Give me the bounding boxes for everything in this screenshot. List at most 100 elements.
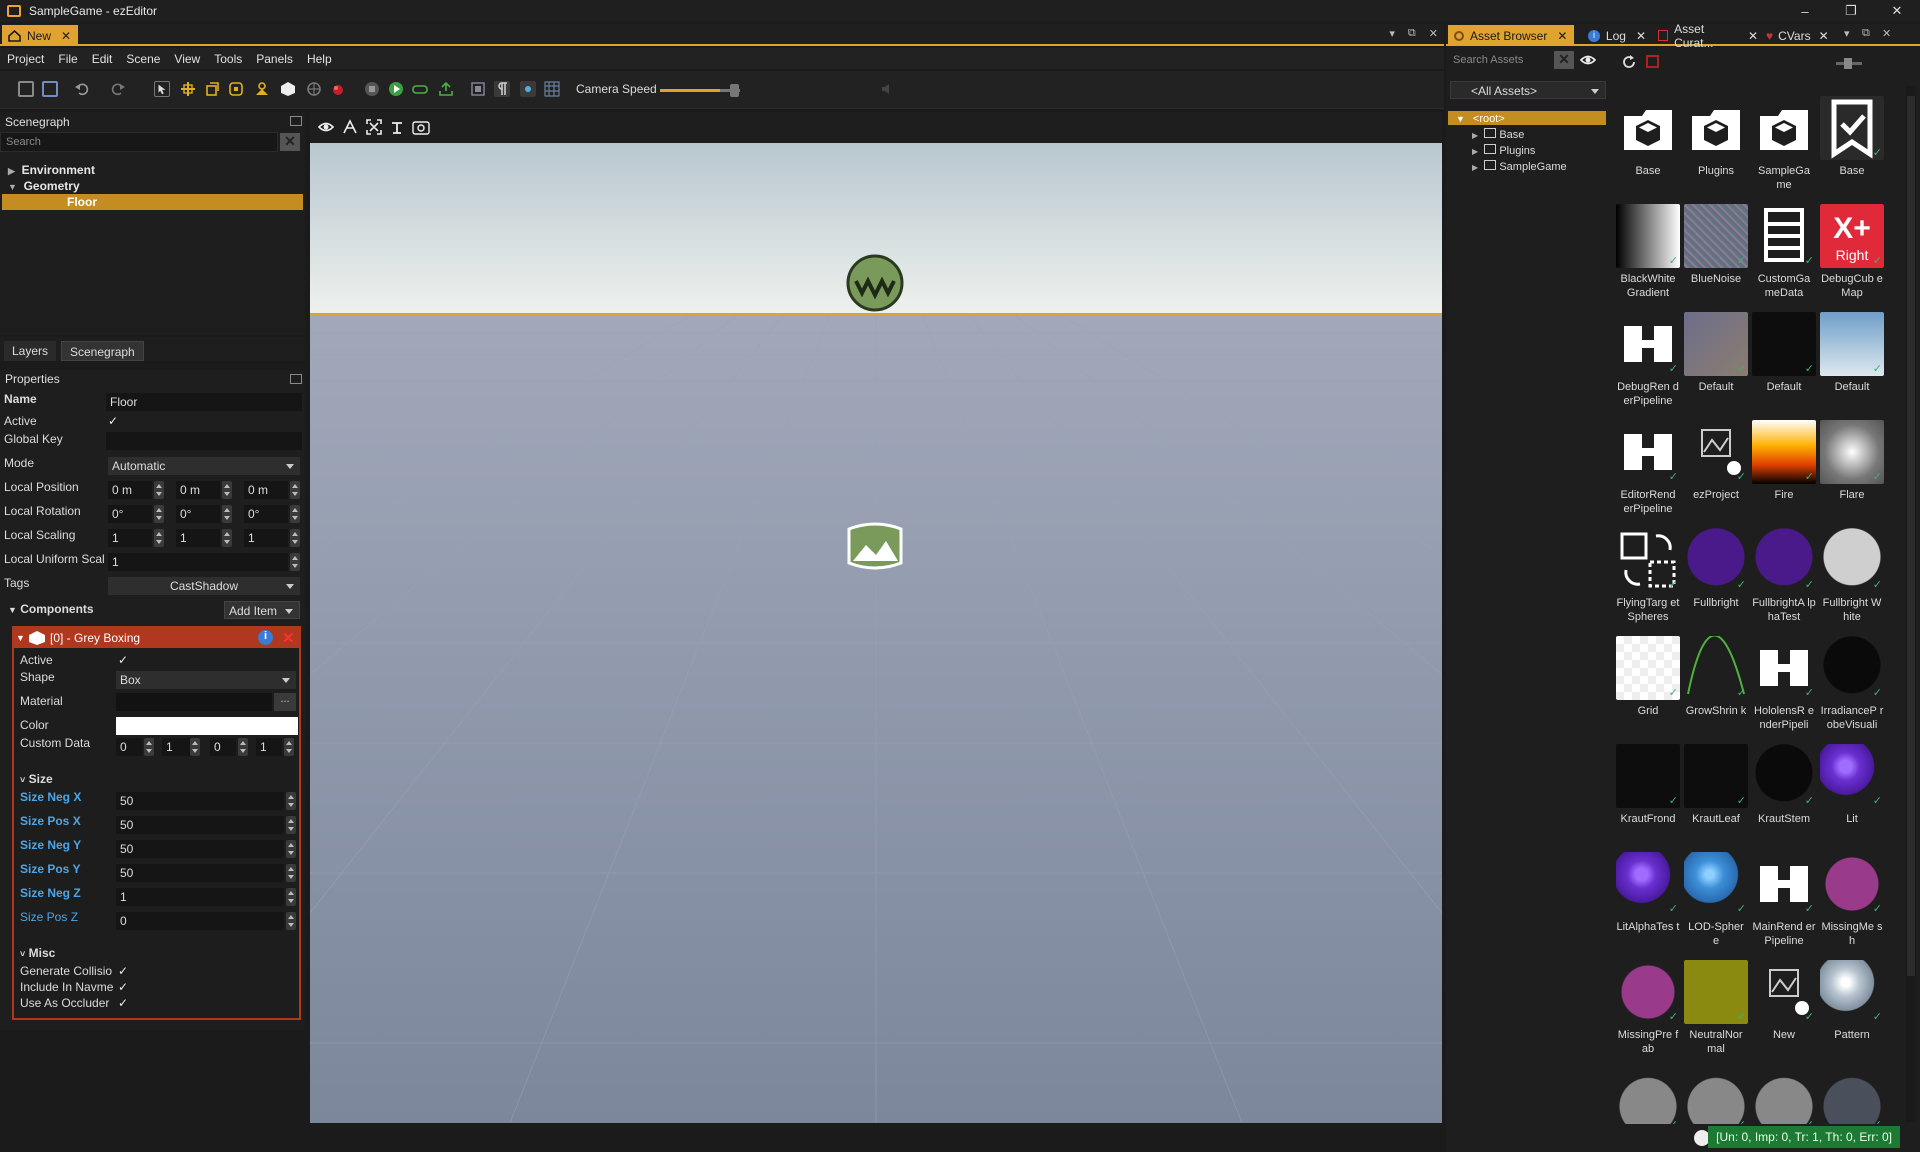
scrollbar-thumb[interactable] <box>1907 96 1915 976</box>
delete-component-icon[interactable]: ✕ <box>282 629 295 647</box>
pilcrow-icon[interactable] <box>494 81 510 97</box>
rotation-y-input[interactable]: 0° <box>176 505 220 523</box>
close-tab-icon[interactable]: ✕ <box>1557 29 1567 43</box>
include-navmesh-checkbox[interactable]: ✓ <box>118 980 128 994</box>
asset-tile[interactable]: ✓ Default <box>1820 312 1884 394</box>
asset-tile[interactable]: ✓ Default <box>1752 312 1816 394</box>
asset-tile[interactable]: ✓ BlackWhite Gradient <box>1616 204 1680 300</box>
size-pos-z-input[interactable]: 0 <box>116 912 284 930</box>
size-neg-x-input[interactable]: 50 <box>116 792 284 810</box>
asset-filter-dropdown[interactable]: <All Assets> <box>1450 81 1606 99</box>
close-window-button[interactable]: ✕ <box>1874 0 1920 22</box>
scale-tool-icon[interactable] <box>228 81 244 97</box>
float-panel-icon[interactable]: ⧉ <box>1862 27 1870 40</box>
asset-tile[interactable]: ✓ Grid <box>1616 636 1680 718</box>
save-icon[interactable] <box>18 81 34 97</box>
camera-speed-slider[interactable] <box>660 84 740 97</box>
scaling-y-input[interactable]: 1 <box>176 529 220 547</box>
minimize-button[interactable]: – <box>1782 0 1828 22</box>
asset-tile[interactable]: ✓ LOD-Spher e <box>1684 852 1748 948</box>
asset-tile[interactable]: ✓ DebugRen derPipeline <box>1616 312 1680 408</box>
asset-search-input[interactable]: Search Assets <box>1448 51 1552 71</box>
export-icon[interactable] <box>438 81 454 97</box>
scene-viewport[interactable] <box>310 143 1442 1123</box>
grid-icon[interactable] <box>544 81 560 97</box>
fullscreen-icon[interactable] <box>366 119 382 135</box>
asset-scrollbar[interactable] <box>1906 86 1916 1122</box>
size-section-header[interactable]: ˅ Size <box>20 772 53 786</box>
move-tool-icon[interactable] <box>180 81 196 97</box>
speaker-icon[interactable] <box>880 81 896 97</box>
tab-asset-curator[interactable]: Asset Curat... ✕ <box>1652 22 1758 50</box>
spinner[interactable] <box>286 840 296 858</box>
asset-tile[interactable]: ✓ EditorRend erPipeline <box>1616 420 1680 516</box>
record-icon[interactable] <box>330 81 346 97</box>
spinner[interactable] <box>222 505 232 523</box>
spinner[interactable] <box>286 864 296 882</box>
asset-tile[interactable]: ✓ CustomGa meData <box>1752 204 1816 300</box>
asset-tile[interactable]: ✓ Default <box>1684 312 1748 394</box>
tab-dropdown-icon[interactable]: ▾ <box>1389 27 1395 40</box>
close-tab-icon[interactable]: ✕ <box>61 29 71 43</box>
scaling-z-input[interactable]: 1 <box>244 529 288 547</box>
tab-layers[interactable]: Layers <box>4 341 57 361</box>
asset-tile[interactable]: ✓ Fire <box>1752 420 1816 502</box>
global-key-input[interactable] <box>106 432 302 450</box>
panel-float-icon[interactable] <box>290 374 302 384</box>
spinner[interactable] <box>154 481 164 499</box>
clear-search-icon[interactable]: ✕ <box>1554 51 1574 69</box>
size-neg-z-input[interactable]: 1 <box>116 888 284 906</box>
add-item-button[interactable]: Add Item <box>224 601 300 619</box>
tags-dropdown[interactable]: CastShadow <box>108 577 300 595</box>
close-asset-icon[interactable] <box>1646 55 1659 68</box>
components-header[interactable]: ▼ Components <box>8 602 94 616</box>
menu-edit[interactable]: Edit <box>85 52 120 66</box>
menu-scene[interactable]: Scene <box>119 52 167 66</box>
camera-pin-icon[interactable] <box>390 119 404 135</box>
panel-float-icon[interactable] <box>290 116 302 126</box>
globe-tool-icon[interactable] <box>306 81 322 97</box>
custom-data-3-input[interactable]: 1 <box>256 738 282 756</box>
spinner[interactable] <box>154 505 164 523</box>
save-all-icon[interactable] <box>42 81 58 97</box>
scenegraph-search-input[interactable]: Search <box>0 132 278 152</box>
slider-handle[interactable] <box>1844 58 1852 69</box>
position-z-input[interactable]: 0 m <box>244 481 288 499</box>
tab-cvars[interactable]: ♥ CVars ✕ <box>1760 25 1832 46</box>
asset-tile[interactable]: ✓ HololensR enderPipeli <box>1752 636 1816 732</box>
tab-scenegraph[interactable]: Scenegraph <box>61 341 144 361</box>
asset-tile[interactable]: ✓ Fullbright <box>1684 528 1748 610</box>
asset-tile[interactable]: ✓ KrautStem <box>1752 744 1816 826</box>
menu-panels[interactable]: Panels <box>249 52 300 66</box>
size-pos-x-input[interactable]: 50 <box>116 816 284 834</box>
custom-data-0-input[interactable]: 0 <box>116 738 142 756</box>
image-prefab-icon[interactable] <box>847 522 903 570</box>
spinner[interactable] <box>286 888 296 906</box>
asset-tile[interactable]: ✓ FlyingTarg etSpheres <box>1616 528 1680 624</box>
color-swatch[interactable] <box>116 717 298 735</box>
menu-view[interactable]: View <box>167 52 207 66</box>
tree-item-root[interactable]: ▼ <root> <box>1448 111 1606 125</box>
asset-tile[interactable]: ✓ KrautFrond <box>1616 744 1680 826</box>
eye-icon[interactable] <box>318 120 334 134</box>
stop-icon[interactable] <box>364 81 380 97</box>
spinner[interactable] <box>284 738 294 756</box>
asset-tile[interactable]: X+ Right ✓ DebugCub eMap <box>1820 204 1884 300</box>
cube-tool-icon[interactable] <box>280 81 296 97</box>
tree-item-base[interactable]: ▶ Base <box>1472 128 1524 141</box>
position-y-input[interactable]: 0 m <box>176 481 220 499</box>
use-as-occluder-checkbox[interactable]: ✓ <box>118 996 128 1010</box>
misc-section-header[interactable]: ˅ Misc <box>20 946 55 960</box>
spinner[interactable] <box>190 738 200 756</box>
asset-tile[interactable]: ✓ Fullbright White <box>1820 528 1884 624</box>
tab-asset-browser[interactable]: Asset Browser ✕ <box>1448 25 1574 46</box>
asset-tile[interactable]: ✓ LitAlphaTes t <box>1616 852 1680 934</box>
asset-tile[interactable]: ✓ GrowShrin k <box>1684 636 1748 718</box>
slider-handle[interactable] <box>730 84 739 97</box>
close-document-icon[interactable]: ✕ <box>1429 27 1438 40</box>
clear-search-icon[interactable]: ✕ <box>280 133 300 151</box>
menu-file[interactable]: File <box>51 52 84 66</box>
close-tab-icon[interactable]: ✕ <box>1819 29 1829 43</box>
asset-tile[interactable]: ✓ Lit <box>1820 744 1884 826</box>
close-tab-icon[interactable]: ✕ <box>1748 29 1758 43</box>
